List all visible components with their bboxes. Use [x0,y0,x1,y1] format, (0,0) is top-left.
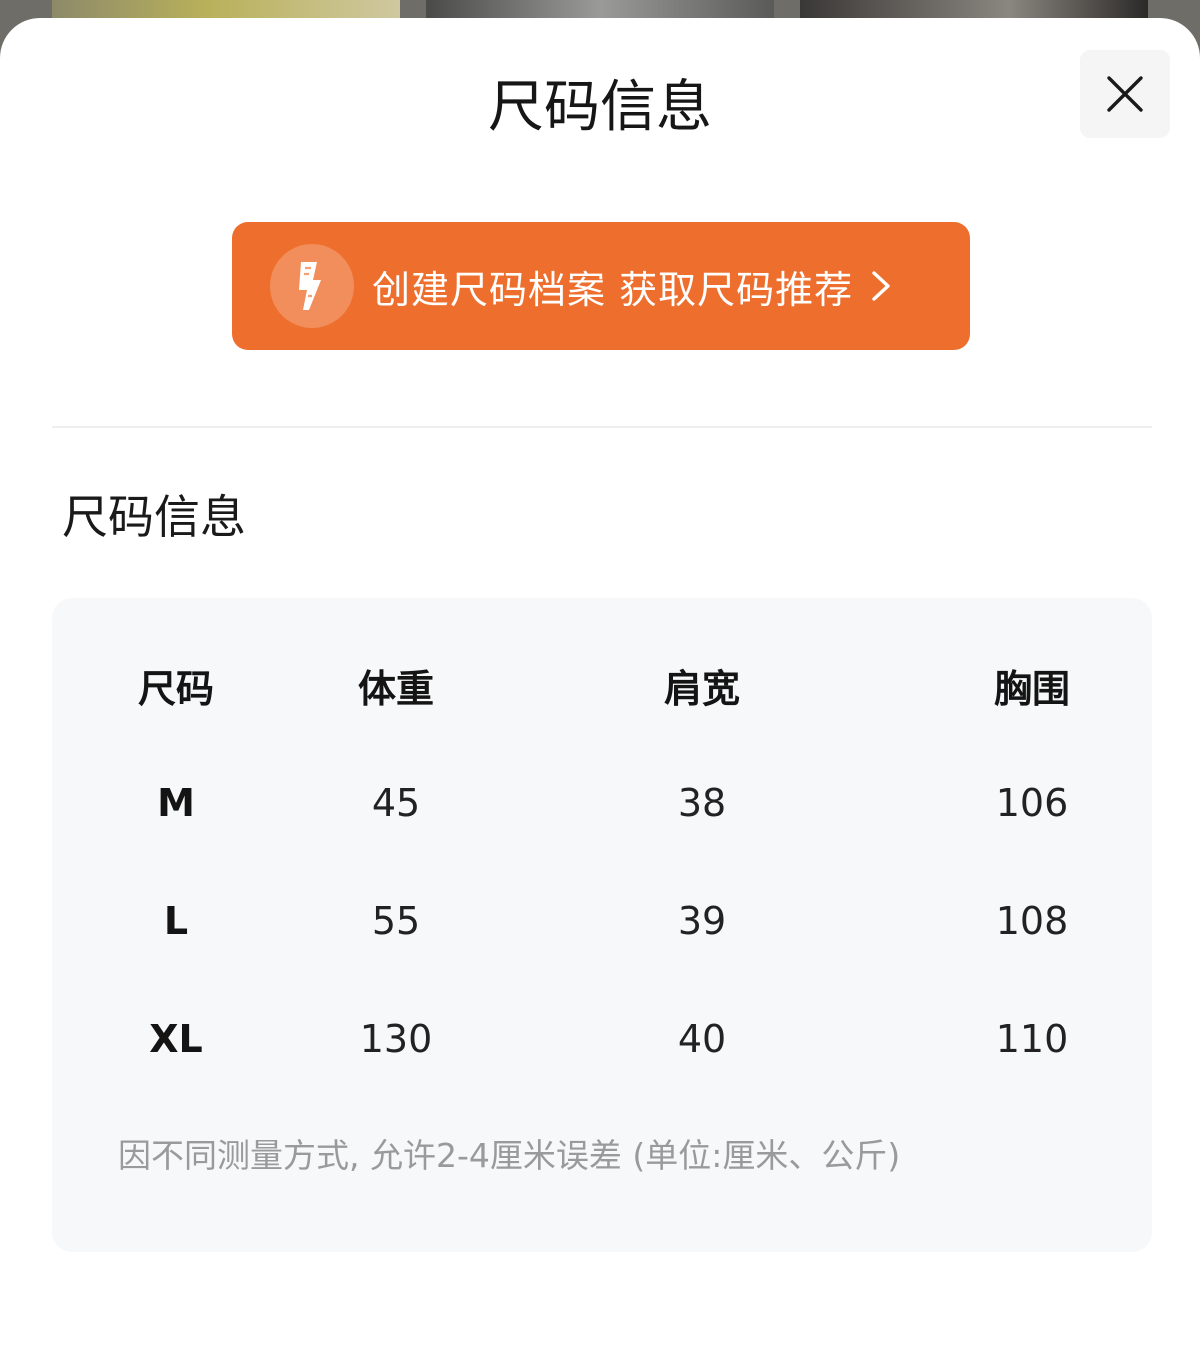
column-header-shoulder: 肩宽 [663,666,740,711]
chest-cell: 108 [995,899,1069,943]
column-header-weight: 体重 [357,666,434,711]
shoulder-cell: 38 [677,781,727,825]
close-button[interactable] [1080,50,1170,138]
size-cell: L [163,899,189,943]
weight-cell: 130 [359,1017,433,1061]
chevron-right-icon [872,271,890,301]
cta-label: 创建尺码档案 获取尺码推荐 [372,267,854,312]
shoulder-cell: 39 [677,899,727,943]
table-row: XL 130 40 110 [52,980,1152,1098]
weight-cell: 45 [371,781,421,825]
chest-cell: 106 [995,781,1069,825]
create-size-profile-button[interactable]: 创建尺码档案 获取尺码推荐 [232,222,970,350]
size-info-sheet: 尺码信息 创建尺码档案 获取尺码推荐 尺码信息 尺码 体重 肩宽 胸围 M 45… [0,18,1200,1353]
size-cell: XL [149,1017,203,1061]
table-header-row: 尺码 体重 肩宽 胸围 [52,626,1152,744]
section-title: 尺码信息 [62,490,246,544]
sheet-title: 尺码信息 [488,75,712,140]
weight-cell: 55 [371,899,421,943]
size-table: 尺码 体重 肩宽 胸围 M 45 38 106 L 55 39 108 XL 1… [52,626,1152,1098]
size-table-card: 尺码 体重 肩宽 胸围 M 45 38 106 L 55 39 108 XL 1… [52,598,1152,1252]
chest-cell: 110 [995,1017,1069,1061]
close-icon [1107,76,1143,112]
table-row: L 55 39 108 [52,862,1152,980]
measurement-note: 因不同测量方式, 允许2-4厘米误差 (单位:厘米、公斤) [118,1136,901,1175]
size-cell: M [157,781,195,825]
column-header-size: 尺码 [137,666,214,711]
column-header-chest: 胸围 [993,666,1070,711]
shoulder-cell: 40 [677,1017,727,1061]
ruler-badge-icon [270,244,354,328]
divider [52,426,1152,428]
table-row: M 45 38 106 [52,744,1152,862]
